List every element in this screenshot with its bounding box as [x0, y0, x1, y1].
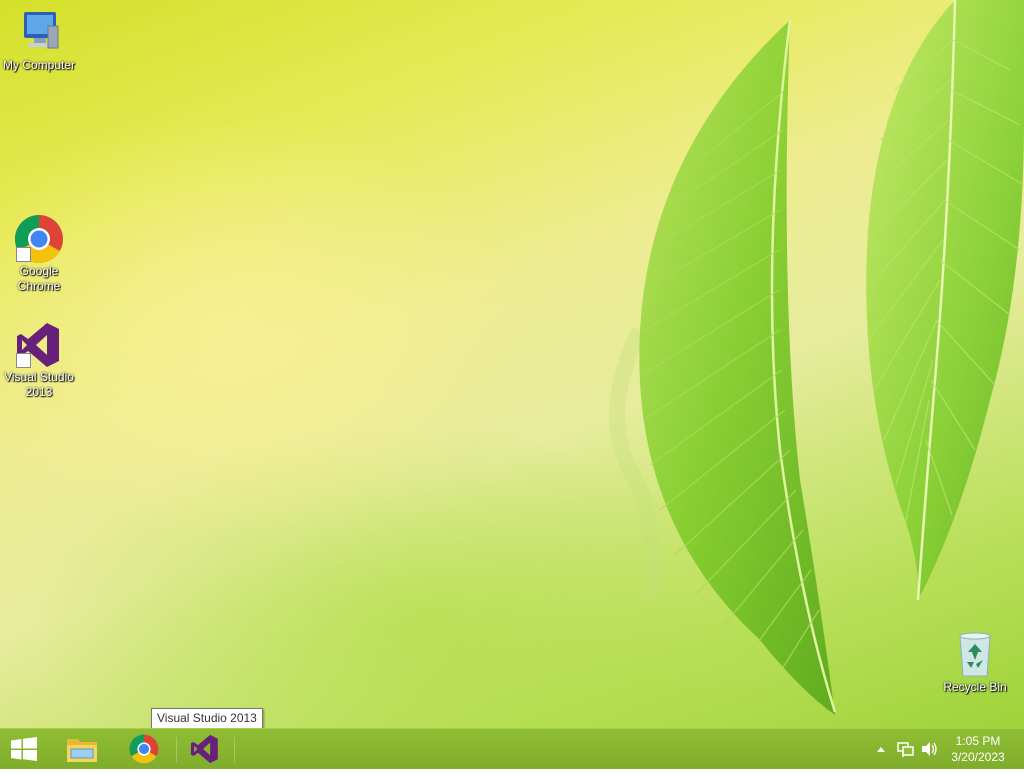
- recycle-bin-icon: [950, 630, 1000, 680]
- taskbar-tooltip: Visual Studio 2013: [151, 708, 263, 729]
- wallpaper-leaves: [609, 0, 1024, 715]
- desktop-icon-visual-studio-2013[interactable]: Visual Studio 2013: [0, 320, 78, 400]
- taskbar-separator: [234, 737, 235, 763]
- desktop-icon-my-computer[interactable]: My Computer: [0, 8, 78, 73]
- visual-studio-icon: [190, 734, 218, 764]
- network-icon[interactable]: [894, 729, 916, 769]
- volume-icon[interactable]: [918, 729, 940, 769]
- taskbar-google-chrome[interactable]: [116, 729, 172, 769]
- shortcut-arrow-icon: [16, 353, 31, 368]
- desktop-icon-google-chrome[interactable]: Google Chrome: [0, 214, 78, 294]
- windows-logo-icon: [11, 737, 37, 761]
- desktop-icon-label: Visual Studio 2013: [4, 370, 74, 399]
- taskbar: 1:05 PM 3/20/2023: [0, 728, 1024, 769]
- computer-icon: [14, 8, 64, 58]
- desktop-icon-label: Google Chrome: [17, 264, 61, 293]
- taskbar-clock[interactable]: 1:05 PM 3/20/2023: [946, 733, 1010, 765]
- chrome-icon: [14, 214, 64, 264]
- show-hidden-icons-icon[interactable]: [872, 729, 890, 769]
- desktop[interactable]: My Computer Google Chrome Visual Studio …: [0, 0, 1024, 728]
- taskbar-visual-studio-2013[interactable]: [177, 729, 233, 769]
- folder-icon: [67, 739, 97, 762]
- chrome-icon: [129, 734, 159, 764]
- visual-studio-icon: [14, 320, 64, 370]
- desktop-icon-recycle-bin[interactable]: Recycle Bin: [936, 630, 1014, 695]
- clock-date: 3/20/2023: [951, 750, 1005, 764]
- desktop-icon-label: Recycle Bin: [943, 680, 1007, 694]
- desktop-icon-label: My Computer: [2, 58, 76, 72]
- shortcut-arrow-icon: [16, 247, 31, 262]
- clock-time: 1:05 PM: [955, 734, 1001, 748]
- taskbar-file-explorer[interactable]: [54, 729, 110, 769]
- start-button[interactable]: [0, 729, 48, 769]
